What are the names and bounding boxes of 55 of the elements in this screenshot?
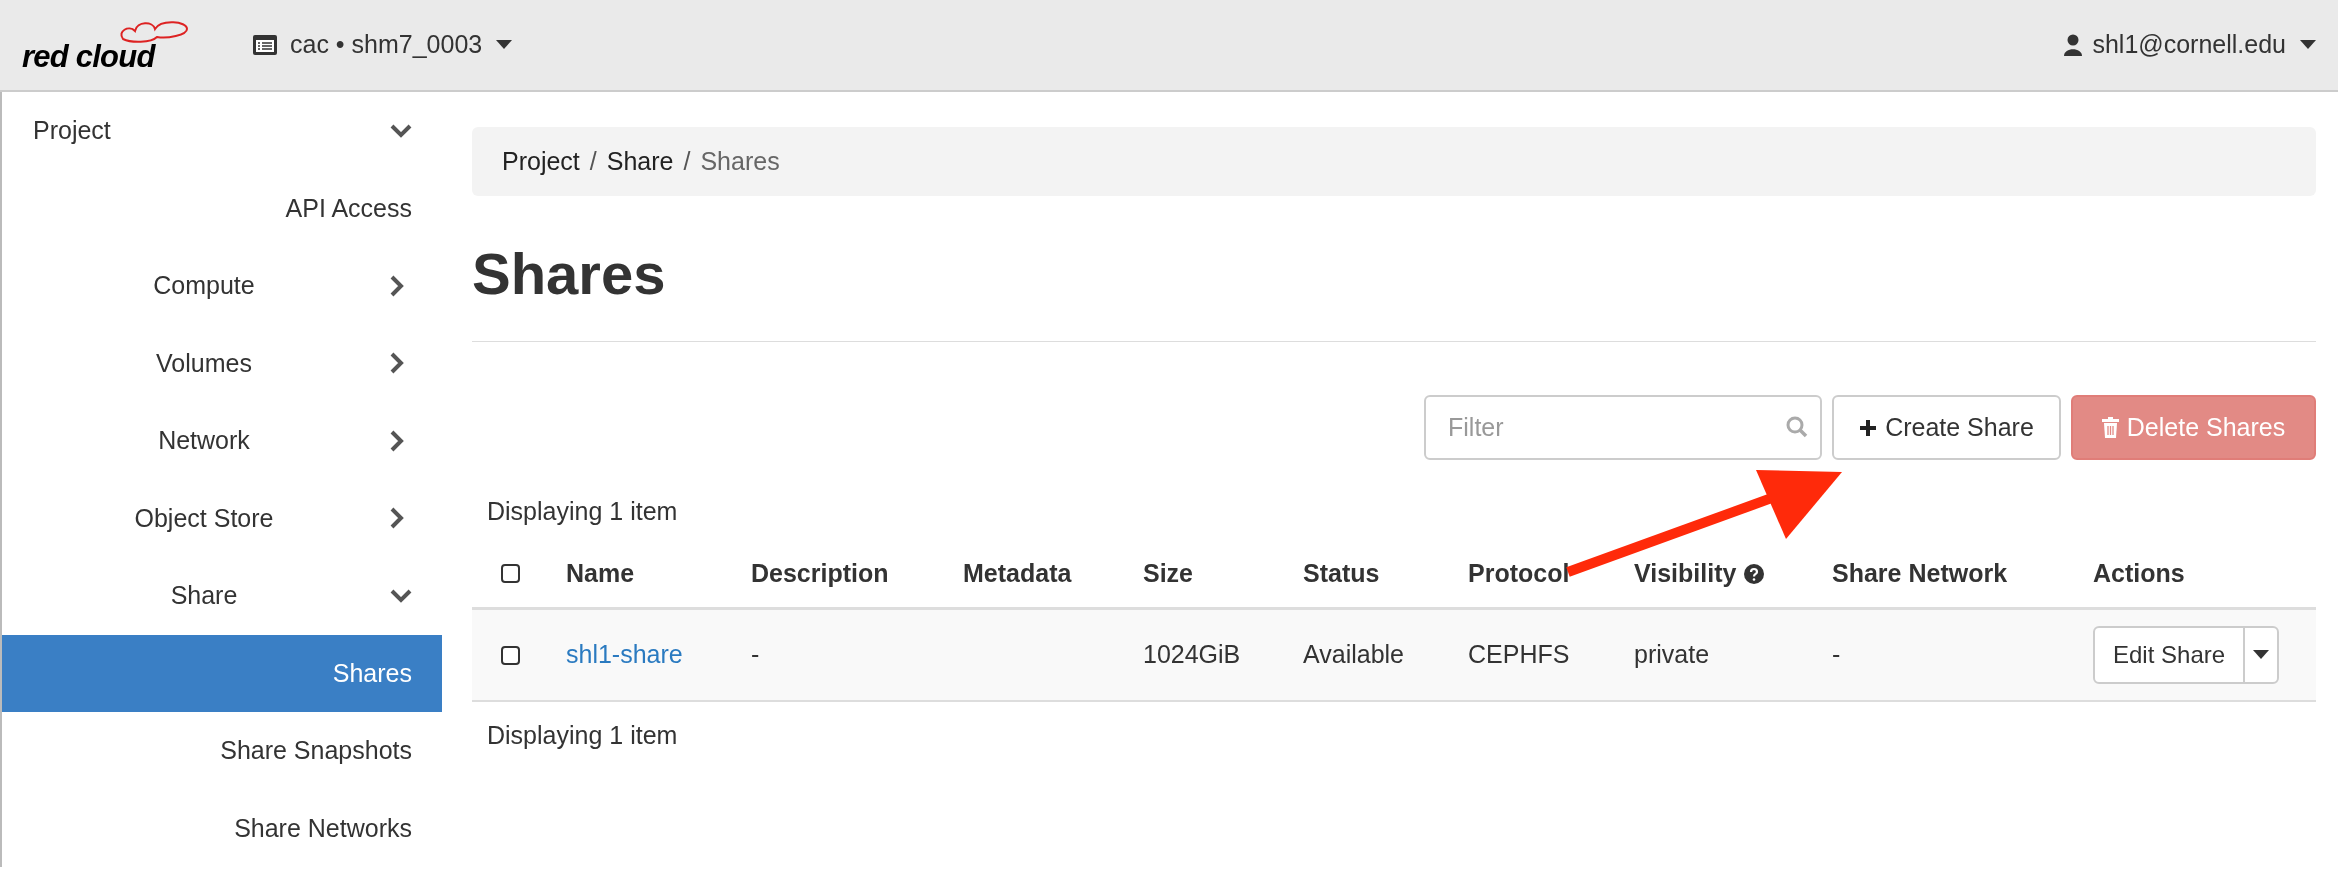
sidebar-item[interactable]: Volumes <box>2 324 442 402</box>
column-header: Description <box>751 557 889 589</box>
column-header: Status <box>1303 557 1380 589</box>
sidebar-item[interactable]: Compute <box>2 247 442 325</box>
breadcrumb-item: Shares <box>700 145 780 177</box>
table-cell: 1024GiB <box>1143 640 1241 669</box>
item-count: Displaying 1 item <box>486 720 679 751</box>
sidebar-item[interactable]: Object Store <box>2 479 442 557</box>
list-icon <box>252 34 278 56</box>
breadcrumb-separator: / <box>682 145 692 177</box>
chevron-right-icon <box>390 507 404 530</box>
column-header: Actions <box>2093 557 2185 589</box>
chevron-right-icon <box>390 352 404 375</box>
breadcrumb-item[interactable]: Share <box>606 142 674 181</box>
caret-icon <box>2253 650 2270 660</box>
chevron-right-icon <box>390 429 404 452</box>
project-selector[interactable]: cac • shm7_0003 <box>252 26 513 64</box>
chevron-down-icon <box>390 123 412 138</box>
table-cell: - <box>751 640 760 669</box>
sidebar-item[interactable]: Share Networks <box>2 789 442 867</box>
sidebar-item[interactable]: Share Snapshots <box>2 712 442 790</box>
sidebar-item[interactable]: Network <box>2 402 442 480</box>
user-menu[interactable]: shl1@cornell.edu <box>2064 26 2316 64</box>
table-cell: CEPHFS <box>1468 640 1570 669</box>
column-header: Protocol <box>1468 557 1570 589</box>
breadcrumb-item[interactable]: Project <box>502 142 580 181</box>
table-cell: private <box>1634 640 1710 669</box>
page-title: Shares <box>472 240 667 308</box>
breadcrumb-separator: / <box>588 145 598 177</box>
column-header: Share Network <box>1832 557 2008 589</box>
table-cell: Available <box>1303 640 1404 669</box>
sidebar-item[interactable]: Project <box>2 92 442 170</box>
create-share-button[interactable]: Create Share <box>1832 395 2061 460</box>
sidebar-item[interactable]: Share <box>2 557 442 635</box>
user-icon <box>2064 34 2083 56</box>
caret-icon <box>2300 40 2316 50</box>
trash-icon <box>2101 417 2119 438</box>
column-header: Metadata <box>963 557 1072 589</box>
column-header: Visibility <box>1634 557 1737 589</box>
sidebar-item[interactable]: Shares <box>2 634 442 712</box>
sidebar-item[interactable]: API Access <box>2 169 442 247</box>
item-count: Displaying 1 item <box>486 496 679 527</box>
filter-field[interactable]: Filter <box>1424 395 1822 460</box>
column-header: Name <box>566 557 635 589</box>
table-cell: - <box>1832 640 1841 669</box>
checkbox[interactable] <box>501 645 520 665</box>
column-header: Size <box>1143 557 1194 589</box>
plus-icon <box>1859 418 1878 437</box>
chevron-right-icon <box>390 274 404 297</box>
checkbox[interactable] <box>501 564 520 583</box>
caret-icon <box>496 40 513 50</box>
chevron-down-icon <box>390 588 412 603</box>
brand-name: red cloud <box>22 39 155 75</box>
share-name-link[interactable]: shl1-share <box>566 640 683 669</box>
search-icon <box>1786 416 1808 438</box>
